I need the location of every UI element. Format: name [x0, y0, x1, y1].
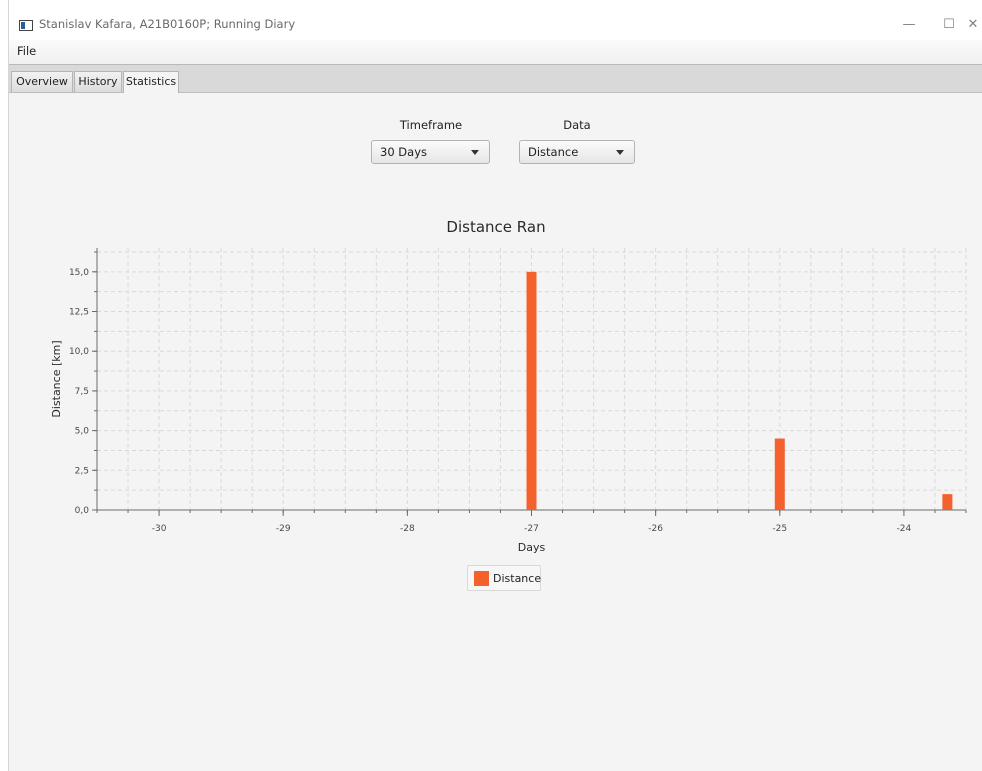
y-axis-title: Distance [km] — [50, 340, 63, 417]
x-axis-title: Days — [518, 541, 546, 554]
y-tick-label: 2,5 — [75, 466, 89, 476]
bar — [526, 271, 537, 510]
bar — [942, 494, 953, 510]
x-tick-label: -29 — [276, 524, 291, 534]
app-window: Stanislav Kafara, A21B0160P; Running Dia… — [8, 0, 982, 771]
distance-chart: 0,0 2,5 5,0 7,5 10,0 12,5 15,0 -30 -29 -28 -27 -26 -… — [50, 248, 967, 554]
y-tick-label: 5,0 — [75, 427, 90, 437]
y-tick-label: 12,5 — [69, 308, 89, 318]
y-tick-label: 0,0 — [75, 506, 90, 516]
x-tick-label: -25 — [772, 524, 787, 534]
legend-label: Distance — [493, 572, 542, 585]
legend-swatch — [474, 571, 489, 586]
x-tick-label: -30 — [152, 524, 167, 534]
x-tick-label: -26 — [648, 524, 663, 534]
y-tick-label: 10,0 — [69, 347, 89, 357]
x-tick-label: -24 — [897, 524, 912, 534]
x-tick-label: -27 — [524, 524, 539, 534]
y-tick-label: 7,5 — [75, 387, 89, 397]
bar — [774, 438, 785, 510]
x-tick-label: -28 — [400, 524, 415, 534]
y-tick-label: 15,0 — [69, 268, 89, 278]
chart-legend: Distance — [467, 565, 541, 591]
